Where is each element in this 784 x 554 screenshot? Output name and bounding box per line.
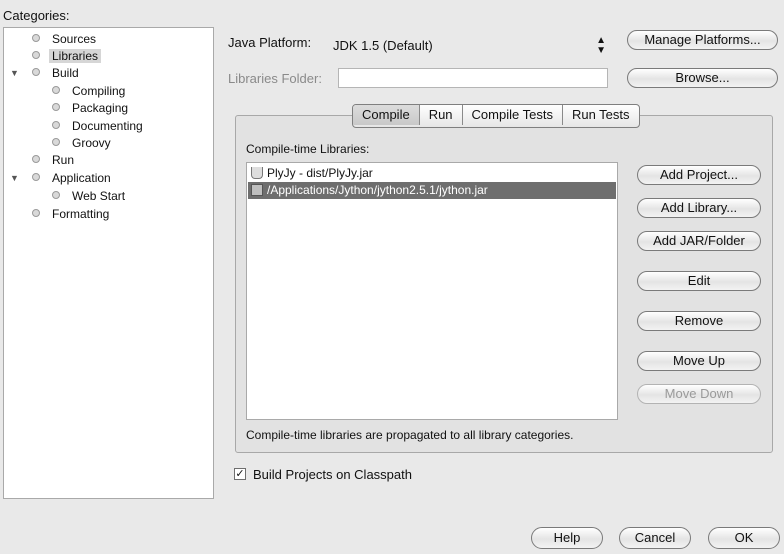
- tree-item-sources[interactable]: Sources: [32, 31, 96, 48]
- propagate-note: Compile-time libraries are propagated to…: [246, 428, 574, 442]
- node-bullet-icon: [52, 137, 60, 146]
- tab-compile-tests[interactable]: Compile Tests: [461, 105, 562, 125]
- jar-icon: [251, 183, 263, 196]
- tree-item-build[interactable]: ▼ Build: [10, 65, 79, 82]
- project-icon: [251, 166, 263, 179]
- node-bullet-icon: [32, 67, 40, 76]
- browse-button[interactable]: Browse...: [627, 68, 778, 88]
- node-bullet-icon: [32, 154, 40, 163]
- cancel-button[interactable]: Cancel: [619, 527, 691, 549]
- tree-item-packaging[interactable]: Packaging: [52, 100, 128, 117]
- compile-libraries-list[interactable]: PlyJy - dist/PlyJy.jar /Applications/Jyt…: [246, 162, 618, 420]
- compile-libraries-label: Compile-time Libraries:: [246, 142, 370, 156]
- libraries-folder-label: Libraries Folder:: [228, 71, 322, 86]
- node-bullet-icon: [52, 85, 60, 94]
- help-button[interactable]: Help: [531, 527, 603, 549]
- libraries-folder-input[interactable]: [338, 68, 608, 88]
- tab-compile[interactable]: Compile: [353, 105, 419, 125]
- add-library-button[interactable]: Add Library...: [637, 198, 761, 218]
- tree-item-documenting[interactable]: Documenting: [52, 118, 143, 135]
- tree-item-formatting[interactable]: Formatting: [32, 206, 109, 223]
- java-platform-label: Java Platform:: [228, 35, 312, 50]
- disclosure-triangle-icon[interactable]: ▼: [10, 170, 19, 187]
- add-project-button[interactable]: Add Project...: [637, 165, 761, 185]
- tab-run-tests[interactable]: Run Tests: [561, 105, 639, 125]
- node-bullet-icon: [32, 172, 40, 181]
- move-up-button[interactable]: Move Up: [637, 351, 761, 371]
- node-bullet-icon: [52, 120, 60, 129]
- move-down-button[interactable]: Move Down: [637, 384, 761, 404]
- node-bullet-icon: [32, 50, 40, 59]
- edit-button[interactable]: Edit: [637, 271, 761, 291]
- tree-item-groovy[interactable]: Groovy: [52, 135, 111, 152]
- ok-button[interactable]: OK: [708, 527, 780, 549]
- tree-item-run[interactable]: Run: [32, 152, 74, 169]
- build-classpath-label: Build Projects on Classpath: [253, 467, 412, 482]
- tree-item-libraries[interactable]: Libraries: [32, 48, 102, 65]
- node-bullet-icon: [32, 208, 40, 217]
- tree-item-compiling[interactable]: Compiling: [52, 83, 125, 100]
- updown-arrows-icon: ▲ ▼: [596, 35, 606, 56]
- categories-tree[interactable]: Sources Libraries ▼ Build Compiling Pack…: [3, 27, 214, 499]
- remove-button[interactable]: Remove: [637, 311, 761, 331]
- manage-platforms-button[interactable]: Manage Platforms...: [627, 30, 778, 50]
- list-item[interactable]: PlyJy - dist/PlyJy.jar: [248, 165, 616, 182]
- java-platform-value: JDK 1.5 (Default): [333, 38, 433, 53]
- node-bullet-icon: [52, 102, 60, 111]
- build-classpath-checkbox[interactable]: ✓: [234, 468, 246, 480]
- java-platform-select[interactable]: JDK 1.5 (Default) ▲ ▼: [333, 36, 611, 56]
- node-bullet-icon: [52, 190, 60, 199]
- list-item[interactable]: /Applications/Jython/jython2.5.1/jython.…: [248, 182, 616, 199]
- node-bullet-icon: [32, 33, 40, 42]
- tree-item-web-start[interactable]: Web Start: [52, 188, 125, 205]
- tab-run[interactable]: Run: [418, 105, 462, 125]
- tree-item-application[interactable]: ▼ Application: [10, 170, 111, 187]
- add-jar-folder-button[interactable]: Add JAR/Folder: [637, 231, 761, 251]
- tab-bar: Compile Run Compile Tests Run Tests: [352, 104, 640, 128]
- disclosure-triangle-icon[interactable]: ▼: [10, 65, 19, 82]
- categories-label: Categories:: [3, 8, 70, 23]
